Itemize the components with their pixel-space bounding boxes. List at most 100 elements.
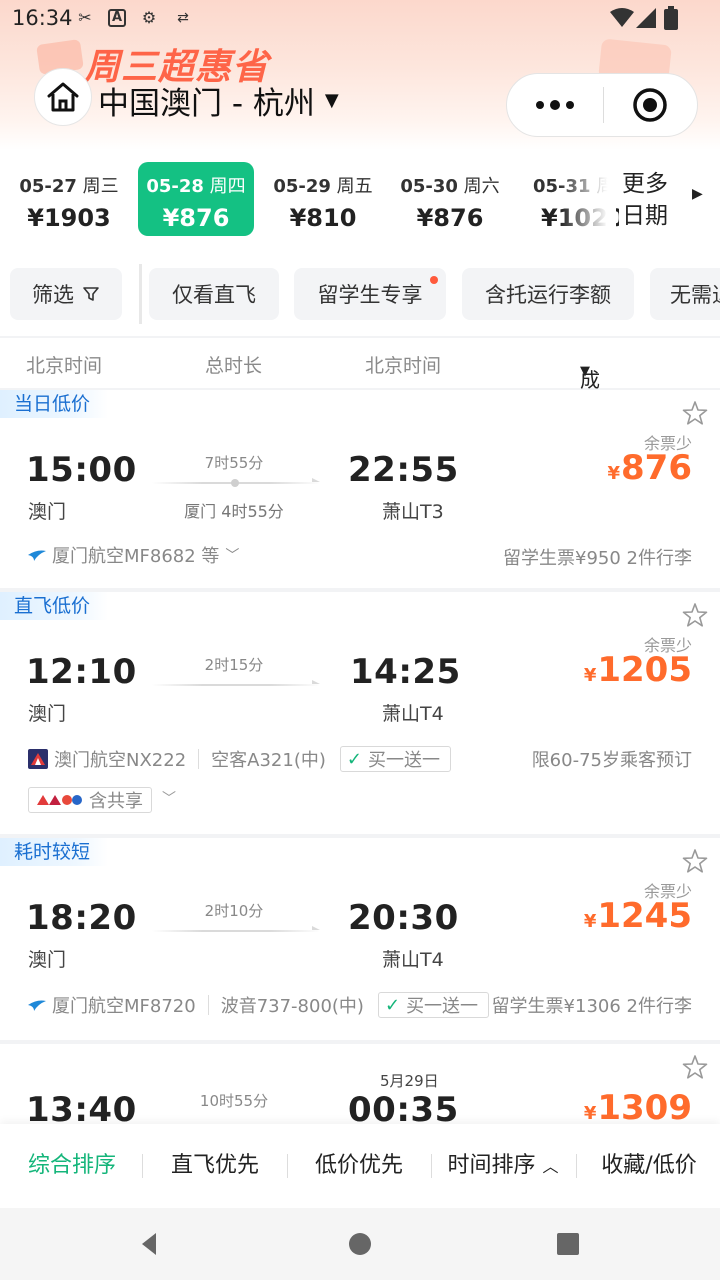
promo-badge: ✓ 买一送一 — [339, 746, 451, 772]
filter-direct-only[interactable]: 仅看直飞 — [149, 268, 279, 320]
filter-no-need[interactable]: 无需退 — [650, 268, 720, 320]
xiamen-air-logo-icon — [28, 1000, 46, 1011]
price-value: 1309 — [597, 1088, 692, 1128]
col-duration: 总时长 — [205, 355, 263, 377]
dep-time: 18:20 — [26, 898, 137, 938]
more-dates-line1: 更多 — [622, 171, 668, 197]
next-day-date: 5月29日 — [380, 1072, 439, 1090]
filter-bar: 筛选 仅看直飞 留学生专享 含托运行李额 无需退 — [0, 250, 720, 336]
filter-student-label: 留学生专享 — [317, 283, 423, 307]
airline-name: 澳门航空NX222 — [54, 750, 187, 771]
flight-card[interactable]: 耗时较短 余票少 18:20 澳门 2时10分 20:30 萧山T4 ¥1245… — [0, 838, 720, 1040]
sort-favorite[interactable]: 收藏/低价 — [586, 1124, 712, 1208]
currency: ¥ — [583, 911, 597, 932]
currency: ¥ — [607, 463, 621, 484]
sort-time-label: 时间排序 — [447, 1153, 536, 1178]
check-icon: ✓ — [346, 748, 362, 770]
price-value: 1205 — [597, 650, 692, 690]
more-dots-icon — [535, 100, 574, 110]
filter-divider — [139, 264, 142, 324]
flight-note: 留学生票¥950 2件行李 — [503, 548, 692, 569]
codeshare-label: 含共享 — [89, 791, 143, 812]
airline-row: 厦门航空MF8720 波音737-800(中) ✓ 买一送一 — [28, 992, 490, 1018]
arr-airport: 萧山T4 — [382, 703, 444, 725]
duration: 2时15分 — [204, 656, 264, 674]
flight-note: 留学生票¥1306 2件行李 — [491, 996, 692, 1017]
flight-card[interactable]: 当日低价 余票少 15:00 澳门 7时55分 厦门 4时55分 22:55 萧… — [0, 390, 720, 588]
duration: 10时55分 — [199, 1092, 269, 1110]
filter-no-need-label: 无需退 — [670, 283, 720, 307]
xiamen-air-logo-icon — [28, 550, 46, 561]
col-dep-time: 北京时间 — [26, 355, 103, 377]
divider — [198, 749, 200, 769]
flight-tag: 耗时较短 — [0, 838, 109, 866]
date-text: 05-27 — [19, 176, 77, 197]
wifi-icon — [610, 8, 634, 27]
codeshare-tag[interactable]: 含共享 — [28, 787, 152, 813]
sort-comprehensive[interactable]: 综合排序 — [10, 1124, 134, 1208]
chevron-down-icon[interactable]: ﹀ — [162, 788, 176, 808]
filter-button[interactable]: 筛选 — [10, 268, 122, 320]
star-icon[interactable] — [682, 400, 708, 426]
check-icon: ✓ — [384, 994, 401, 1016]
close-miniapp-button[interactable] — [604, 73, 698, 137]
date-item-selected[interactable]: 05-28 周四 ¥876 — [138, 162, 254, 236]
filter-baggage[interactable]: 含托运行李额 — [462, 268, 634, 320]
new-dot — [430, 276, 438, 284]
date-label: 05-29 周五 — [265, 172, 381, 198]
home-circle-icon[interactable] — [346, 1230, 374, 1258]
currency: ¥ — [583, 1103, 597, 1124]
sort-bar: 综合排序 直飞优先 低价优先 时间排序 ︿ 收藏/低价 — [0, 1124, 720, 1208]
sort-direct-first[interactable]: 直飞优先 — [152, 1124, 278, 1208]
chevron-up-icon: ︿ — [542, 1157, 559, 1176]
price-value: 876 — [621, 448, 692, 488]
price: ¥1309 — [584, 1088, 692, 1128]
home-button[interactable] — [34, 68, 92, 126]
date-item[interactable]: 05-27 周三 ¥1903 — [11, 162, 127, 236]
signal-icon — [636, 8, 656, 28]
back-icon[interactable] — [136, 1230, 164, 1258]
more-menu-button[interactable] — [507, 73, 603, 137]
dep-city: 澳门 — [28, 949, 67, 971]
date-price: ¥876 — [162, 204, 230, 232]
star-icon[interactable] — [682, 602, 708, 628]
badge-text: 买一送一 — [367, 750, 440, 771]
route-line — [152, 680, 320, 686]
weekday-text: 周六 — [463, 176, 500, 197]
dep-time: 15:00 — [26, 450, 137, 490]
star-icon[interactable] — [682, 848, 708, 874]
sort-divider — [287, 1154, 288, 1178]
flight-card[interactable]: 直飞低价 余票少 12:10 澳门 2时15分 14:25 萧山T4 ¥1205… — [0, 592, 720, 834]
flight-card[interactable]: 13:40 10时55分 5月29日 00:35 ¥1309 — [0, 1044, 720, 1134]
sort-low-price[interactable]: 低价优先 — [296, 1124, 422, 1208]
flight-note: 限60-75岁乘客预订 — [531, 750, 692, 771]
tools-icon: ✂ — [78, 8, 92, 27]
miniapp-capsule — [506, 73, 698, 137]
sort-divider — [142, 1154, 143, 1178]
flight-tag: 直飞低价 — [0, 592, 109, 620]
more-dates-button[interactable]: 更多 日期 — [622, 166, 692, 236]
sync-icon: ⇄ — [177, 10, 189, 26]
chevron-down-icon[interactable]: ﹀ — [225, 545, 239, 565]
home-icon — [47, 82, 79, 112]
date-label: 05-27 周三 — [11, 172, 127, 198]
flight-search-app: 16:34 ✂ A ⚙ ⇄ 周三超惠省 中国澳门 - 杭州 ▼ 05-27 周三… — [0, 0, 720, 1280]
date-text: 05-30 — [400, 176, 458, 197]
date-price: ¥1903 — [27, 204, 111, 232]
duration: 2时10分 — [204, 902, 264, 920]
date-item[interactable]: 05-30 周六 ¥876 — [392, 162, 508, 236]
recents-icon[interactable] — [554, 1230, 582, 1258]
battery-icon — [664, 6, 678, 30]
dep-city: 澳门 — [28, 703, 67, 725]
date-item[interactable]: 05-29 周五 ¥810 — [265, 162, 381, 236]
star-icon[interactable] — [682, 1054, 708, 1080]
dep-city: 澳门 — [28, 501, 67, 523]
divider — [207, 995, 209, 1015]
airline-row: 澳门航空NX222 空客A321(中) ✓ 买一送一 — [28, 746, 451, 772]
price: ¥1245 — [584, 896, 692, 936]
target-icon — [633, 88, 667, 122]
route-selector[interactable]: 中国澳门 - 杭州 ▼ — [98, 78, 339, 123]
date-label: 05-28 周四 — [138, 172, 254, 198]
filter-student[interactable]: 留学生专享 — [294, 268, 446, 320]
sort-time[interactable]: 时间排序 ︿ — [440, 1124, 566, 1208]
